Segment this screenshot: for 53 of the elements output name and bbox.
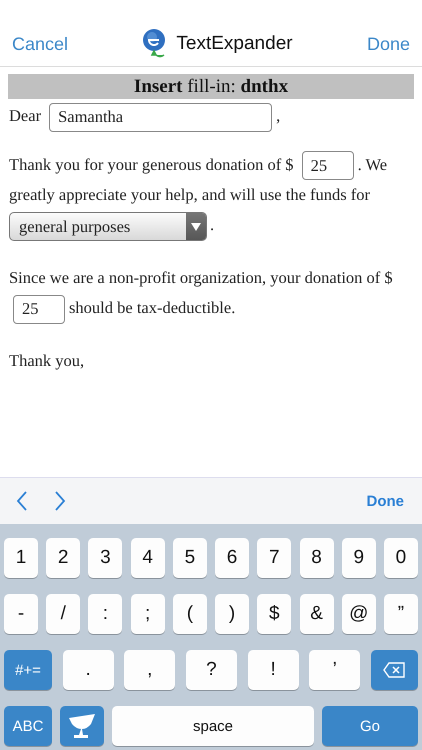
keyboard-key[interactable]: /: [46, 594, 80, 634]
keyboard-key[interactable]: :: [88, 594, 122, 634]
keyboard-key[interactable]: @: [342, 594, 376, 634]
letter-text: should be tax-deductible.: [69, 298, 236, 318]
keyboard-key[interactable]: ,: [124, 650, 176, 690]
done-button[interactable]: Done: [366, 34, 410, 54]
delete-key[interactable]: [370, 650, 418, 690]
app-key[interactable]: [60, 706, 104, 746]
keyboard-key[interactable]: &: [300, 594, 334, 634]
keyboard-key[interactable]: .: [62, 650, 114, 690]
letter-text: ,: [276, 106, 280, 125]
letter-text: Thank you for your generous donation of $: [9, 154, 294, 174]
fill-in-header: Insert fill-in: dnthx: [8, 74, 414, 99]
go-key[interactable]: Go: [322, 706, 418, 746]
keyboard-key[interactable]: ;: [130, 594, 165, 634]
keyboard-key[interactable]: 9: [342, 538, 376, 578]
letter-text: Since we are a non-profit organization, your donation of $: [9, 268, 393, 288]
keyboard-key[interactable]: ”: [384, 594, 418, 634]
next-button[interactable]: [54, 491, 66, 511]
keyboard-key[interactable]: -: [4, 594, 38, 634]
space-key[interactable]: space: [112, 706, 314, 746]
keyboard-key[interactable]: ?: [186, 650, 237, 690]
letter-text: greatly appreciate your help, and will use the funds for: [9, 185, 370, 204]
mode-key[interactable]: ABC: [4, 706, 52, 746]
backspace-icon: [383, 662, 406, 678]
fill-in-field[interactable]: Samantha: [49, 102, 272, 132]
letter-text: .: [210, 215, 214, 234]
keyboard-key[interactable]: !: [248, 650, 299, 690]
keyboard-key[interactable]: 2: [46, 538, 80, 578]
keyboard-key[interactable]: ): [215, 594, 250, 634]
keyboard-key[interactable]: 4: [130, 538, 165, 578]
mode-key[interactable]: #+=: [4, 650, 52, 690]
keyboard-key[interactable]: $: [257, 594, 292, 634]
keyboard-key[interactable]: 7: [257, 538, 292, 578]
amount-field[interactable]: 25: [302, 151, 354, 180]
keyboard-key[interactable]: 3: [88, 538, 122, 578]
keyboard-key[interactable]: 6: [215, 538, 250, 578]
app-title: TextExpander: [176, 33, 293, 55]
previous-button[interactable]: [16, 491, 28, 511]
purpose-dropdown[interactable]: general purposes: [9, 212, 207, 242]
letter-text: . We: [358, 154, 388, 174]
keyboard-key[interactable]: ’: [309, 650, 360, 690]
toolbar-done-button[interactable]: Done: [360, 492, 410, 510]
keyboard-key[interactable]: (: [172, 594, 207, 634]
keyboard-key[interactable]: 0: [384, 538, 418, 578]
letter-text: Thank you,: [9, 350, 84, 370]
letter-text: Dear: [9, 106, 42, 125]
keyboard-key[interactable]: 5: [172, 538, 207, 578]
cup-icon: [67, 712, 97, 740]
amount-field[interactable]: 25: [13, 294, 65, 324]
cancel-button[interactable]: Cancel: [12, 34, 68, 54]
keyboard-key[interactable]: 1: [4, 538, 38, 578]
keyboard-key[interactable]: 8: [300, 538, 334, 578]
